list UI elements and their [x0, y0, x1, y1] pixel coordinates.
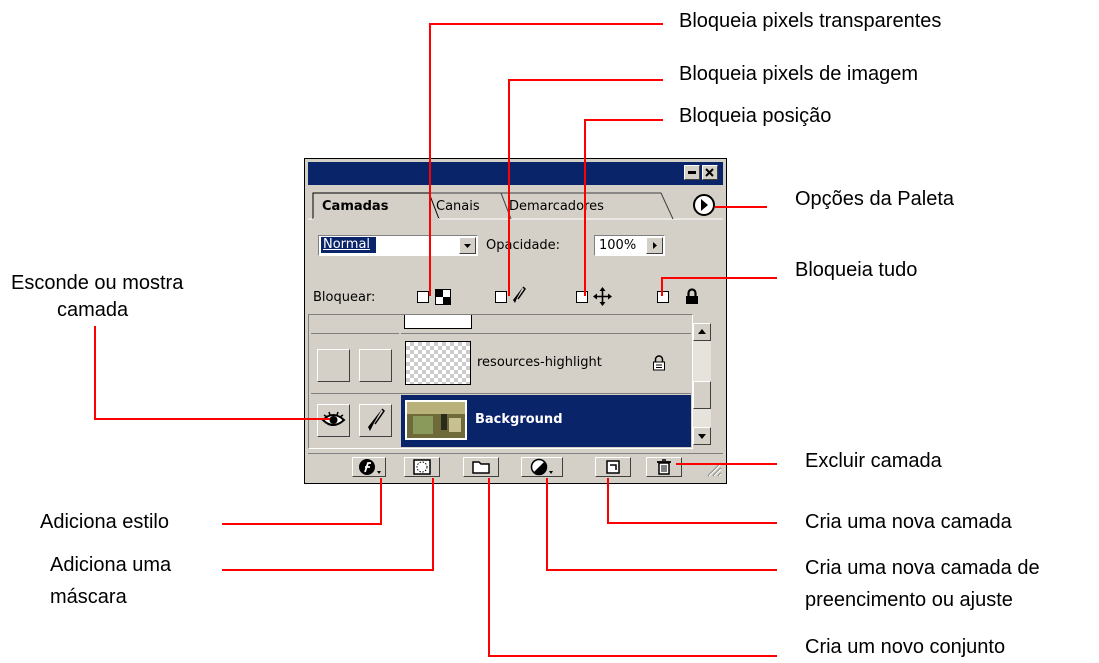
leader-lock-transparent [429, 23, 663, 296]
leader-new-set [488, 478, 777, 657]
label-new-set: Cria um novo conjunto [805, 636, 1006, 658]
label-new-layer: Cria uma nova camada [805, 511, 1012, 533]
label-new-fill-1: Cria uma nova camada de [805, 557, 1040, 579]
label-lock-all: Bloqueia tudo [795, 259, 918, 281]
label-add-mask-2: máscara [50, 586, 127, 608]
label-toggle-visibility-1: Esconde ou mostra [11, 272, 184, 294]
leader-lock-position [584, 119, 663, 296]
label-add-style: Adiciona estilo [40, 511, 169, 533]
label-new-fill-2: preencimento ou ajuste [805, 589, 1013, 611]
label-add-mask-1: Adiciona uma [50, 554, 172, 576]
label-lock-position: Bloqueia posição [679, 105, 832, 127]
leader-lock-all [661, 277, 777, 296]
leader-add-style [222, 478, 382, 525]
label-lock-image: Bloqueia pixels de imagem [679, 63, 919, 85]
label-delete-layer: Excluir camada [805, 450, 942, 472]
leader-new-layer [607, 478, 777, 524]
label-palette-options: Opções da Paleta [795, 188, 954, 210]
label-lock-transparent: Bloqueia pixels transparentes [679, 10, 942, 32]
leader-toggle-visibility [94, 326, 330, 420]
label-toggle-visibility-2: camada [57, 299, 129, 321]
